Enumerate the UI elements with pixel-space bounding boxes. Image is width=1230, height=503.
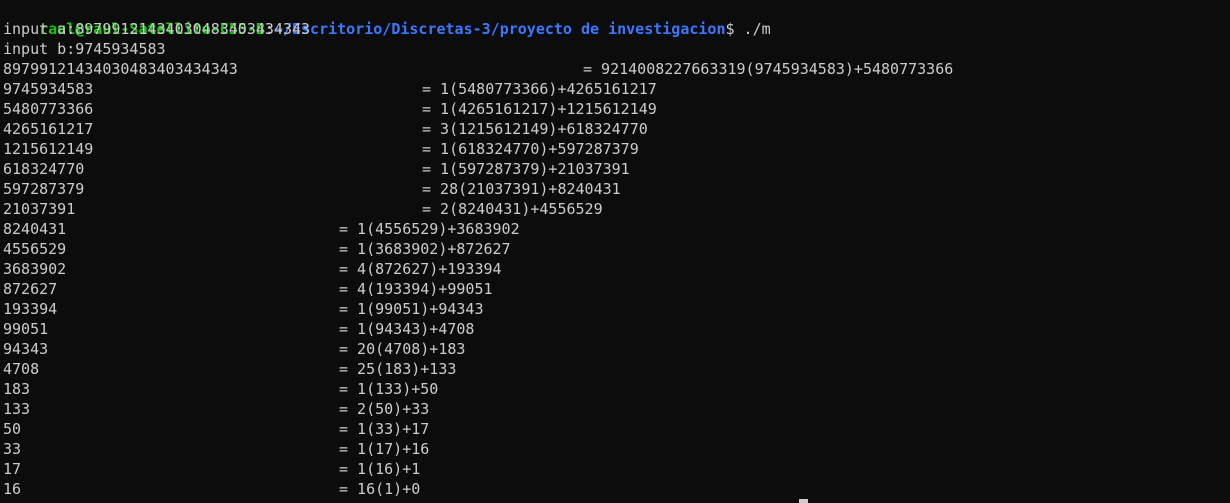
terminal-window[interactable]: raul@raul-Satellite-C55-B:~/Escritorio/D… [0, 0, 1230, 503]
input-a-line: input a:89799121434030483403434343 [3, 20, 311, 38]
step-equation: = 1(16)+1 [339, 460, 421, 478]
step-equation: = 28(21037391)+8240431 [422, 180, 621, 198]
step-dividend: 17 [3, 460, 22, 478]
step-equation: = 1(5480773366)+4265161217 [422, 80, 657, 98]
step-equation: = 16(1)+0 [339, 480, 421, 498]
terminal-cursor [799, 499, 808, 503]
step-dividend: 33 [3, 440, 22, 458]
step-dividend: 5480773366 [3, 100, 94, 118]
step-equation: = 1(33)+17 [339, 420, 430, 438]
step-dividend: 618324770 [3, 160, 85, 178]
step-equation: = 1(94343)+4708 [339, 320, 475, 338]
step-dividend: 872627 [3, 280, 58, 298]
step-dividend: 89799121434030483403434343 [3, 60, 238, 78]
step-equation: = 1(4265161217)+1215612149 [422, 100, 657, 118]
step-equation: = 3(1215612149)+618324770 [422, 120, 648, 138]
step-dividend: 193394 [3, 300, 58, 318]
step-equation: = 1(618324770)+597287379 [422, 140, 639, 158]
step-dividend: 4265161217 [3, 120, 94, 138]
step-dividend: 4556529 [3, 240, 67, 258]
prompt-line: raul@raul-Satellite-C55-B:~/Escritorio/D… [3, 0, 771, 38]
step-equation: = 2(8240431)+4556529 [422, 200, 603, 218]
prompt-path: ~/Escritorio/Discretas-3/proyecto de inv… [273, 20, 726, 38]
step-equation: = 4(872627)+193394 [339, 260, 502, 278]
prompt-dollar: $ [725, 20, 735, 38]
step-equation: = 1(3683902)+872627 [339, 240, 511, 258]
prompt-command: ./m [743, 20, 771, 38]
step-dividend: 4708 [3, 360, 40, 378]
step-dividend: 21037391 [3, 200, 76, 218]
step-dividend: 50 [3, 420, 22, 438]
step-equation: = 2(50)+33 [339, 400, 430, 418]
step-equation: = 1(99051)+94343 [339, 300, 484, 318]
step-dividend: 94343 [3, 340, 49, 358]
step-dividend: 133 [3, 400, 31, 418]
step-equation: = 1(17)+16 [339, 440, 430, 458]
step-equation: = 1(4556529)+3683902 [339, 220, 520, 238]
step-equation: = 20(4708)+183 [339, 340, 466, 358]
step-dividend: 9745934583 [3, 80, 94, 98]
step-equation: = 4(193394)+99051 [339, 280, 493, 298]
step-dividend: 8240431 [3, 220, 67, 238]
step-dividend: 99051 [3, 320, 49, 338]
step-equation: = 1(597287379)+21037391 [422, 160, 630, 178]
step-equation: = 9214008227663319(9745934583)+548077336… [583, 60, 954, 78]
step-dividend: 597287379 [3, 180, 85, 198]
step-equation: = 1(133)+50 [339, 380, 439, 398]
step-equation: = 25(183)+133 [339, 360, 457, 378]
step-dividend: 3683902 [3, 260, 67, 278]
input-b-line: input b:9745934583 [3, 40, 166, 58]
step-dividend: 183 [3, 380, 31, 398]
step-dividend: 1215612149 [3, 140, 94, 158]
step-dividend: 16 [3, 480, 22, 498]
